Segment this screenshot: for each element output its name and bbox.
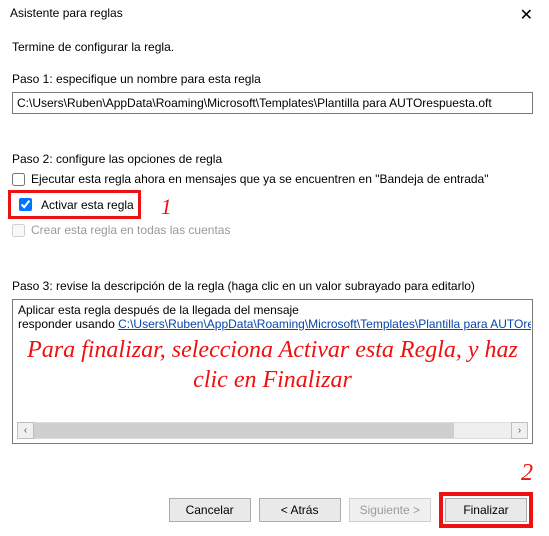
step3-label: Paso 3: revise la descripción de la regl…	[12, 279, 537, 293]
finish-button-highlight: Finalizar	[439, 492, 533, 528]
scroll-right-button[interactable]: ›	[511, 422, 528, 439]
activate-rule-checkbox[interactable]	[19, 198, 32, 211]
run-now-label: Ejecutar esta regla ahora en mensajes qu…	[31, 172, 489, 186]
rule-description-box: Aplicar esta regla después de la llegada…	[12, 299, 533, 444]
rule-name-input[interactable]	[12, 92, 533, 114]
next-button: Siguiente >	[349, 498, 431, 522]
desc-line2-prefix: responder usando	[18, 317, 118, 331]
step1-label: Paso 1: especifique un nombre para esta …	[12, 72, 537, 86]
run-now-row[interactable]: Ejecutar esta regla ahora en mensajes qu…	[12, 172, 537, 186]
all-accounts-checkbox	[12, 224, 25, 237]
close-icon[interactable]: ✕	[514, 6, 539, 26]
step2-label: Paso 2: configure las opciones de regla	[12, 152, 537, 166]
wizard-button-row: Cancelar < Atrás Siguiente > Finalizar	[169, 492, 533, 528]
scroll-thumb[interactable]	[34, 423, 454, 438]
annotation-2: 2	[521, 460, 533, 487]
activate-rule-highlight: Activar esta regla	[8, 190, 141, 219]
scroll-track[interactable]	[34, 422, 511, 439]
chevron-left-icon: ‹	[24, 425, 27, 436]
wizard-subtitle: Termine de configurar la regla.	[12, 40, 537, 54]
window-title: Asistente para reglas	[10, 6, 123, 20]
chevron-right-icon: ›	[518, 425, 521, 436]
template-path-link[interactable]: C:\Users\Ruben\AppData\Roaming\Microsoft…	[118, 317, 531, 331]
all-accounts-row: Crear esta regla en todas las cuentas	[12, 223, 537, 237]
finish-button[interactable]: Finalizar	[445, 498, 527, 522]
all-accounts-label: Crear esta regla en todas las cuentas	[31, 223, 230, 237]
desc-line-1: Aplicar esta regla después de la llegada…	[18, 303, 527, 317]
annotation-1: 1	[161, 194, 172, 220]
annotation-overlay-text: Para finalizar, selecciona Activar esta …	[22, 335, 523, 395]
run-now-checkbox[interactable]	[12, 173, 25, 186]
back-button[interactable]: < Atrás	[259, 498, 341, 522]
activate-rule-label: Activar esta regla	[41, 198, 134, 212]
description-hscrollbar[interactable]: ‹ ›	[17, 422, 528, 439]
desc-line-2: responder usando C:\Users\Ruben\AppData\…	[18, 317, 527, 331]
cancel-button[interactable]: Cancelar	[169, 498, 251, 522]
scroll-left-button[interactable]: ‹	[17, 422, 34, 439]
